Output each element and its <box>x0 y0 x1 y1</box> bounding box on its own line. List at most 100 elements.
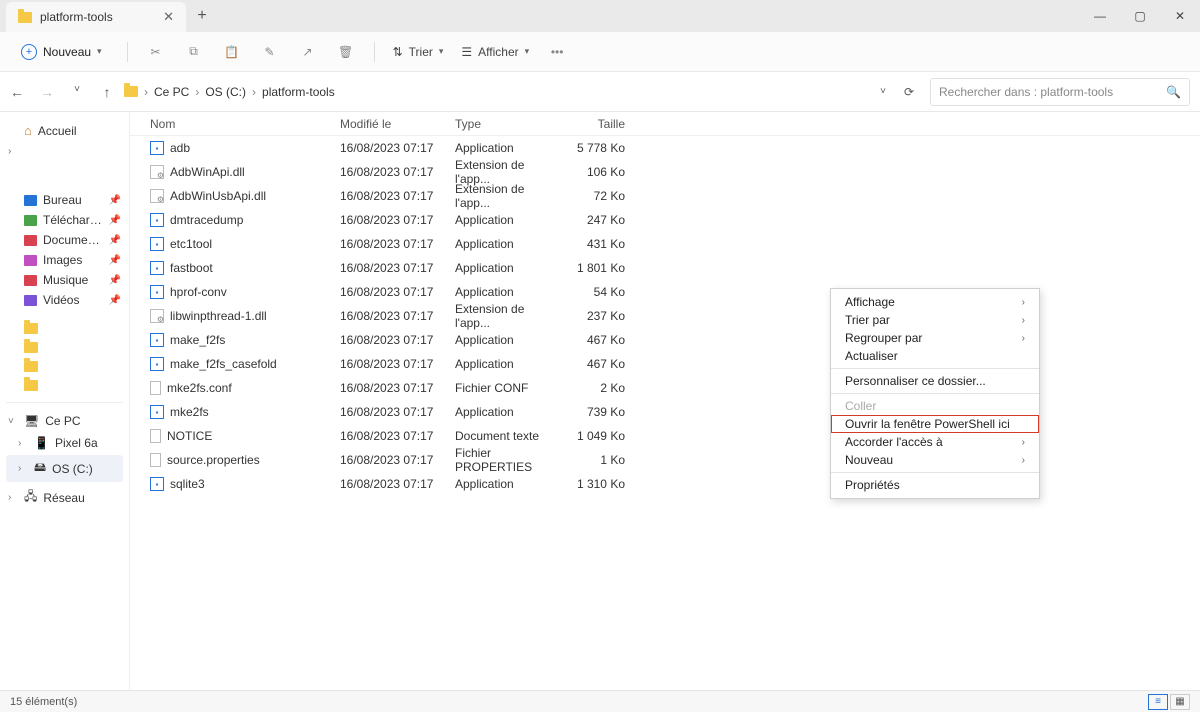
menu-item[interactable]: Regrouper par› <box>831 329 1039 347</box>
col-size[interactable]: Taille <box>555 117 635 131</box>
status-bar: 15 élément(s) ≡ ▦ <box>0 690 1200 712</box>
folder-icon <box>24 195 37 206</box>
paste-icon[interactable]: 📋 <box>222 42 242 62</box>
up-button[interactable]: ↑ <box>100 84 114 100</box>
sidebar-home[interactable]: ⌂ Accueil <box>6 120 123 141</box>
chevron-down-icon[interactable]: ˅ <box>880 86 886 97</box>
close-tab-icon[interactable]: ✕ <box>163 9 174 25</box>
crumb-cepc[interactable]: Ce PC <box>154 85 189 99</box>
file-modified: 16/08/2023 07:17 <box>340 141 455 155</box>
folder-icon <box>24 255 37 266</box>
chevron-down-icon: ▾ <box>439 46 444 57</box>
exe-icon: ▪ <box>150 285 164 299</box>
file-modified: 16/08/2023 07:17 <box>340 381 455 395</box>
menu-separator <box>831 393 1039 394</box>
forward-button[interactable]: → <box>40 84 54 100</box>
file-size: 467 Ko <box>555 333 635 347</box>
sidebar-item-téléchargements[interactable]: Téléchargements📌 <box>6 210 123 230</box>
file-row[interactable]: ▪fastboot16/08/2023 07:17Application1 80… <box>130 256 1200 280</box>
sidebar-folder[interactable] <box>6 377 123 394</box>
delete-icon[interactable]: 🗑 <box>336 42 356 62</box>
file-row[interactable]: ▪dmtracedump16/08/2023 07:17Application2… <box>130 208 1200 232</box>
col-modified[interactable]: Modifié le <box>340 117 455 131</box>
file-name: hprof-conv <box>170 285 227 299</box>
crumb-platform-tools[interactable]: platform-tools <box>262 85 335 99</box>
sidebar-folder[interactable] <box>6 358 123 375</box>
sort-button[interactable]: ⇅ Trier ▾ <box>393 45 444 59</box>
search-placeholder: Rechercher dans : platform-tools <box>939 85 1113 99</box>
drive-icon: 🖴 <box>34 458 46 479</box>
file-row[interactable]: AdbWinApi.dll16/08/2023 07:17Extension d… <box>130 160 1200 184</box>
share-icon[interactable]: ↗ <box>298 42 318 62</box>
more-icon[interactable]: ••• <box>547 42 567 62</box>
pin-icon: 📌 <box>109 295 121 306</box>
sort-label: Trier <box>409 45 433 59</box>
file-size: 2 Ko <box>555 381 635 395</box>
search-input[interactable]: Rechercher dans : platform-tools 🔍 <box>930 78 1190 106</box>
breadcrumb[interactable]: › Ce PC › OS (C:) › platform-tools <box>124 85 870 99</box>
file-row[interactable]: ▪etc1tool16/08/2023 07:17Application431 … <box>130 232 1200 256</box>
rename-icon[interactable]: ✎ <box>260 42 280 62</box>
recent-dropdown[interactable]: ˅ <box>70 84 84 100</box>
menu-separator <box>831 368 1039 369</box>
sidebar-item-musique[interactable]: Musique📌 <box>6 270 123 290</box>
file-name: libwinpthread-1.dll <box>170 309 267 323</box>
cut-icon[interactable]: ✂ <box>146 42 166 62</box>
file-row[interactable]: ▪adb16/08/2023 07:17Application5 778 Ko <box>130 136 1200 160</box>
folder-icon <box>24 235 37 246</box>
sidebar-item-bureau[interactable]: Bureau📌 <box>6 190 123 210</box>
tab-platform-tools[interactable]: platform-tools ✕ <box>6 2 186 32</box>
sidebar-expand[interactable]: › <box>6 143 123 160</box>
view-button[interactable]: ☰ Afficher ▾ <box>461 45 529 59</box>
sidebar-network[interactable]: ›🖧 Réseau <box>6 484 123 511</box>
view-label: Afficher <box>478 45 518 59</box>
file-size: 5 778 Ko <box>555 141 635 155</box>
file-name: make_f2fs_casefold <box>170 357 277 371</box>
exe-icon: ▪ <box>150 261 164 275</box>
new-tab-button[interactable]: + <box>186 0 218 32</box>
chevron-right-icon: › <box>1022 333 1025 344</box>
file-size: 54 Ko <box>555 285 635 299</box>
close-window-button[interactable]: ✕ <box>1160 0 1200 32</box>
icons-view-toggle[interactable]: ▦ <box>1170 694 1190 710</box>
menu-item[interactable]: Nouveau› <box>831 451 1039 469</box>
menu-item[interactable]: Personnaliser ce dossier... <box>831 372 1039 390</box>
file-name: adb <box>170 141 190 155</box>
details-view-toggle[interactable]: ≡ <box>1148 694 1168 710</box>
copy-icon[interactable]: ⧉ <box>184 42 204 62</box>
refresh-icon[interactable]: ⟳ <box>904 85 914 99</box>
menu-item[interactable]: Propriétés <box>831 476 1039 494</box>
chevron-down-icon: ▾ <box>525 46 530 57</box>
column-headers[interactable]: Nom Modifié le Type Taille <box>130 112 1200 136</box>
col-type[interactable]: Type <box>455 117 555 131</box>
sidebar-folder[interactable] <box>6 339 123 356</box>
sidebar-item-images[interactable]: Images📌 <box>6 250 123 270</box>
sidebar-device-osc[interactable]: ›🖴 OS (C:) <box>6 455 123 482</box>
menu-item[interactable]: Accorder l'accès à› <box>831 433 1039 451</box>
file-row[interactable]: AdbWinUsbApi.dll16/08/2023 07:17Extensio… <box>130 184 1200 208</box>
sidebar-folder[interactable] <box>6 320 123 337</box>
maximize-button[interactable]: ▢ <box>1120 0 1160 32</box>
menu-item[interactable]: Affichage› <box>831 293 1039 311</box>
pin-icon: 📌 <box>109 255 121 266</box>
menu-item[interactable]: Ouvrir la fenêtre PowerShell ici <box>831 415 1039 433</box>
menu-item[interactable]: Trier par› <box>831 311 1039 329</box>
sidebar-thispc[interactable]: ˅🖥 Ce PC <box>6 411 123 431</box>
col-name[interactable]: Nom <box>140 117 340 131</box>
sidebar-item-documents[interactable]: Documents📌 <box>6 230 123 250</box>
menu-separator <box>831 472 1039 473</box>
sidebar-item-vidéos[interactable]: Vidéos📌 <box>6 290 123 310</box>
folder-icon <box>24 275 37 286</box>
pin-icon: 📌 <box>109 275 121 286</box>
menu-label: Nouveau <box>845 453 893 467</box>
new-button[interactable]: + Nouveau ▾ <box>14 39 109 65</box>
exe-icon: ▪ <box>150 141 164 155</box>
toolbar: + Nouveau ▾ ✂ ⧉ 📋 ✎ ↗ 🗑 ⇅ Trier ▾ ☰ Affi… <box>0 32 1200 72</box>
sidebar-device-pixel6a[interactable]: ›📱 Pixel 6a <box>6 433 123 453</box>
back-button[interactable]: ← <box>10 84 24 100</box>
file-type: Application <box>455 477 555 491</box>
crumb-osc[interactable]: OS (C:) <box>205 85 246 99</box>
minimize-button[interactable]: — <box>1080 0 1120 32</box>
menu-item[interactable]: Actualiser <box>831 347 1039 365</box>
file-size: 1 801 Ko <box>555 261 635 275</box>
